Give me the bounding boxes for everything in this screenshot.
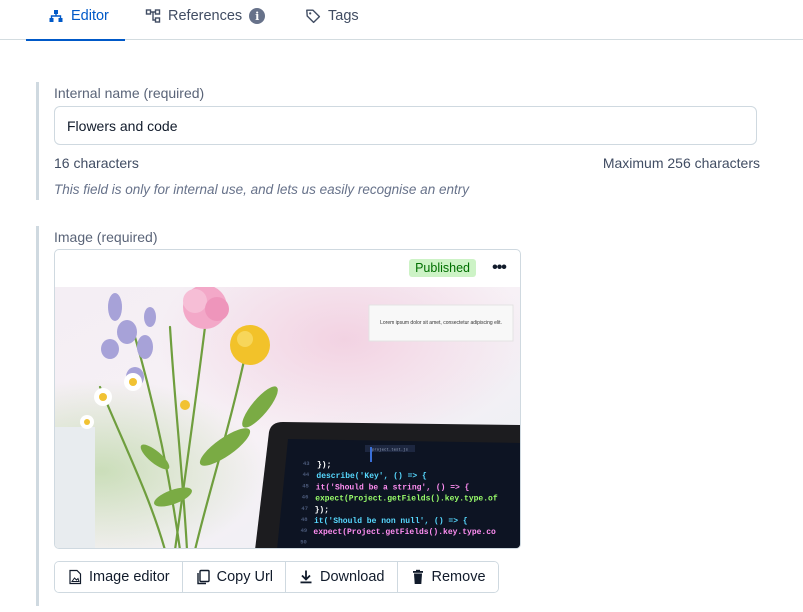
tab-references-label: References xyxy=(168,8,243,24)
image-editor-button[interactable]: Image editor xyxy=(55,562,183,592)
code-line-number: 48 xyxy=(301,516,308,523)
image-field: Image (required) Published ••• Lorem ips… xyxy=(36,226,536,606)
code-line-number: 50 xyxy=(300,538,307,545)
references-icon xyxy=(145,9,161,23)
internal-name-label: Internal name (required) xyxy=(54,85,205,101)
tab-tags-label: Tags xyxy=(328,8,359,24)
trash-icon xyxy=(412,569,423,584)
image-label: Image (required) xyxy=(54,229,158,245)
code-line: }); xyxy=(317,461,331,470)
asset-card-header: Published ••• xyxy=(55,250,520,287)
copy-url-button[interactable]: Copy Url xyxy=(182,562,287,592)
tab-bar: Editor References i Tags xyxy=(0,0,803,41)
copy-icon xyxy=(196,569,210,585)
download-button[interactable]: Download xyxy=(286,562,398,592)
max-characters: Maximum 256 characters xyxy=(602,155,760,171)
code-line-number: 44 xyxy=(303,471,310,478)
code-line-number: 49 xyxy=(301,527,308,534)
info-icon[interactable]: i xyxy=(249,8,266,24)
svg-text:Lorem ipsum dolor sit amet, co: Lorem ipsum dolor sit amet, consectetur … xyxy=(380,320,502,326)
remove-button[interactable]: Remove xyxy=(397,562,498,592)
tab-editor-label: Editor xyxy=(71,8,109,24)
code-line-number: 45 xyxy=(302,482,309,489)
tag-icon xyxy=(306,9,321,24)
code-line-number: 43 xyxy=(303,460,310,467)
code-line: expect(Project.getFields().key.type.co xyxy=(313,528,496,537)
svg-text:project.test.js: project.test.js xyxy=(372,448,409,453)
code-line: it('Should be non null', () => { xyxy=(314,517,468,526)
asset-toolbar: Image editor Copy Url Download Remove xyxy=(54,561,499,593)
copy-url-label: Copy Url xyxy=(216,569,274,585)
code-line-number: 47 xyxy=(301,505,308,512)
code-line: describe('Key', () => { xyxy=(316,472,427,481)
code-line: }); xyxy=(315,506,329,515)
remove-label: Remove xyxy=(431,569,486,585)
tab-tags[interactable]: Tags xyxy=(305,0,359,40)
code-line: it('Should be a string', () => { xyxy=(316,483,470,492)
download-icon xyxy=(300,570,312,584)
image-editor-icon xyxy=(69,569,82,585)
internal-name-input[interactable] xyxy=(54,106,757,145)
asset-card[interactable]: Published ••• Lorem ipsum dolor sit amet… xyxy=(54,249,521,549)
tab-editor[interactable]: Editor xyxy=(26,0,125,41)
field-help-text: This field is only for internal use, and… xyxy=(54,182,469,197)
more-options-icon[interactable]: ••• xyxy=(488,258,510,278)
status-badge: Published xyxy=(409,259,476,277)
image-editor-label: Image editor xyxy=(89,569,170,585)
download-label: Download xyxy=(320,569,385,585)
tab-references[interactable]: References i xyxy=(145,0,266,40)
character-count: 16 characters xyxy=(54,155,139,171)
flowers-and-code-image: Lorem ipsum dolor sit amet, consectetur … xyxy=(55,287,520,548)
code-line: expect(Project.getFields().key.type.of xyxy=(315,495,498,504)
internal-name-field: Internal name (required) 16 characters M… xyxy=(36,82,766,200)
editor-icon xyxy=(49,10,63,22)
code-line-number: 46 xyxy=(302,494,309,501)
asset-thumbnail[interactable]: Lorem ipsum dolor sit amet, consectetur … xyxy=(55,287,520,548)
